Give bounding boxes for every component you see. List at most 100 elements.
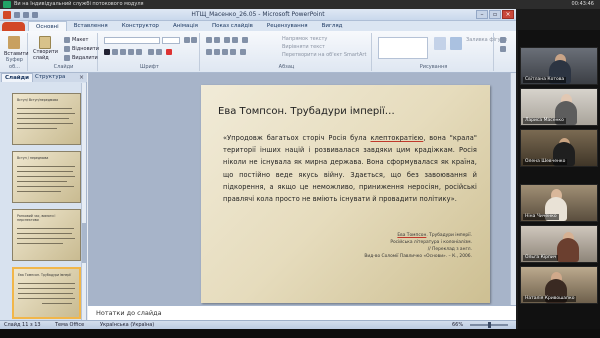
zoom-slider-knob[interactable] xyxy=(488,322,491,328)
screen: Ви на Індивідуальний службі потокового м… xyxy=(0,0,600,338)
font-family-dropdown[interactable] xyxy=(104,37,160,44)
numbering-icon[interactable] xyxy=(214,37,220,43)
shadow-icon[interactable] xyxy=(136,49,142,55)
shrink-font-icon[interactable] xyxy=(191,37,197,43)
paste-icon[interactable] xyxy=(8,36,20,49)
share-bar-text: Ви на Індивідуальний службі потокового м… xyxy=(14,1,144,7)
participants-gallery: Світлана Котова Лариса Масенко Олена Шев… xyxy=(518,30,600,330)
font-group-label: Шрифт xyxy=(140,64,159,70)
participant-name: Олена Шевченко xyxy=(523,159,568,165)
clipboard-group-label: Буфер об... xyxy=(6,57,23,70)
tab-outline[interactable]: Структура xyxy=(32,73,68,82)
participant-tile[interactable]: Світлана Котова xyxy=(520,47,598,85)
slides-panel: Слайди Структура × Вступ/ Вступ/передмов… xyxy=(0,73,87,320)
justify-icon[interactable] xyxy=(230,49,236,55)
align-center-icon[interactable] xyxy=(214,49,220,55)
share-status-icon xyxy=(3,1,11,8)
delete-button[interactable]: Видалити xyxy=(72,55,98,61)
thumbnail-list: Вступ/ Вступ/передмова Вступ / передмова xyxy=(0,83,82,320)
slides-group: Створити слайд Макет Відновити Видалити … xyxy=(30,33,99,71)
new-slide-button[interactable]: Створити слайд xyxy=(33,49,61,61)
slide-quote[interactable]: «Упродовж багатьох сторіч Росія була кле… xyxy=(223,132,477,205)
window-title: НТЩ_Масенко_26.05 - Microsoft PowerPoint xyxy=(191,11,325,18)
slide-source[interactable]: Ева Томпсон. Трубадури імперії. Російськ… xyxy=(292,232,472,260)
drawing-group: Заливка фігури Рисування xyxy=(374,33,507,71)
paragraph-group-label: Абзац xyxy=(278,64,295,70)
current-slide[interactable]: Ева Томпсон. Трубадури імперії… «Упродов… xyxy=(201,85,490,303)
layout-button[interactable]: Макет xyxy=(72,37,88,43)
close-panel-icon[interactable]: × xyxy=(79,74,84,81)
layout-icon xyxy=(64,37,70,43)
underline-icon[interactable] xyxy=(120,49,126,55)
file-tab[interactable] xyxy=(2,22,25,31)
participant-tile[interactable]: Наталія Кривошапко xyxy=(520,266,598,304)
participant-name: Ольга Кірпич xyxy=(523,255,559,261)
screen-share-bar: Ви на Індивідуальний службі потокового м… xyxy=(0,0,600,9)
reset-button[interactable]: Відновити xyxy=(72,46,99,52)
smartart-button[interactable]: Перетворити на об'єкт SmartArt xyxy=(282,52,366,58)
tab-slides[interactable]: Слайди xyxy=(1,73,33,82)
decrease-indent-icon[interactable] xyxy=(224,37,230,43)
slide-thumbnail[interactable]: Ранковий час, вимоги і перспективи xyxy=(12,209,81,261)
status-bar: Слайд 11 з 13 Тема Office Українська (Ук… xyxy=(0,320,516,329)
notes-pane[interactable]: Нотатки до слайда xyxy=(88,305,516,320)
quick-styles-icon[interactable] xyxy=(450,37,462,50)
font-group: Шрифт xyxy=(100,33,200,71)
title-bar: НТЩ_Масенко_26.05 - Microsoft PowerPoint… xyxy=(0,9,516,21)
participant-tile[interactable]: Лариса Масенко xyxy=(520,88,598,126)
align-right-icon[interactable] xyxy=(222,49,228,55)
panel-scrollbar-thumb[interactable] xyxy=(82,223,86,263)
clipboard-group: Вставити Буфер об... xyxy=(2,33,29,71)
close-button[interactable]: × xyxy=(502,10,514,19)
new-slide-icon[interactable] xyxy=(39,36,51,49)
minimize-button[interactable]: – xyxy=(476,10,488,19)
slide-title[interactable]: Ева Томпсон. Трубадури імперії… xyxy=(218,106,395,117)
window-controls: – ▫ × xyxy=(476,10,514,19)
participant-name: Світлана Котова xyxy=(523,77,567,83)
participant-name: Наталія Кривошапко xyxy=(523,296,577,302)
change-case-icon[interactable] xyxy=(156,49,162,55)
delete-icon xyxy=(64,55,70,61)
slide-thumbnail[interactable]: Вступ/ Вступ/передмова xyxy=(12,93,81,145)
find-icon[interactable] xyxy=(500,37,506,43)
ribbon-tabs: Основні Вставлення Конструктор Анімація … xyxy=(0,21,516,32)
strikethrough-icon[interactable] xyxy=(128,49,134,55)
slide-scrollbar[interactable] xyxy=(510,73,516,305)
font-color-icon[interactable] xyxy=(166,49,172,55)
shapes-gallery[interactable] xyxy=(378,37,428,59)
font-size-dropdown[interactable] xyxy=(162,37,180,44)
participant-name: Лариса Масенко xyxy=(523,118,566,124)
participant-name: Ніна Чиченко xyxy=(523,214,559,220)
panel-tabs: Слайди Структура × xyxy=(0,73,87,82)
reset-icon xyxy=(64,46,70,52)
slide-editing-area: Ева Томпсон. Трубадури імперії… «Упродов… xyxy=(88,73,516,305)
columns-icon[interactable] xyxy=(240,49,246,55)
slides-group-label: Слайди xyxy=(53,64,74,70)
participant-tile[interactable]: Ніна Чиченко xyxy=(520,184,598,222)
editing-group xyxy=(496,33,516,71)
grow-font-icon[interactable] xyxy=(184,37,190,43)
ribbon: Вставити Буфер об... Створити слайд Маке… xyxy=(0,31,516,73)
powerpoint-window: НТЩ_Масенко_26.05 - Microsoft PowerPoint… xyxy=(0,9,516,329)
align-text-button[interactable]: Вирівняти текст xyxy=(282,44,325,50)
line-spacing-icon[interactable] xyxy=(242,37,248,43)
panel-scrollbar[interactable] xyxy=(81,83,86,320)
arrange-icon[interactable] xyxy=(434,37,446,50)
taskbar xyxy=(0,329,600,338)
slide-thumbnail[interactable]: Вступ / передмова xyxy=(12,151,81,203)
char-spacing-icon[interactable] xyxy=(148,49,154,55)
align-left-icon[interactable] xyxy=(206,49,212,55)
text-direction-button[interactable]: Напрямок тексту xyxy=(282,36,327,42)
italic-icon[interactable] xyxy=(112,49,118,55)
replace-icon[interactable] xyxy=(500,46,506,52)
paragraph-group: Напрямок тексту Вирівняти текст Перетвор… xyxy=(202,33,372,71)
slide-thumbnail-selected[interactable]: Ева Томпсон. Трубадури імперії xyxy=(12,267,81,319)
bold-icon[interactable] xyxy=(104,49,110,55)
notes-placeholder: Нотатки до слайда xyxy=(96,309,162,317)
share-bar-clock: 00:43:46 xyxy=(571,1,594,7)
maximize-button[interactable]: ▫ xyxy=(489,10,501,19)
participant-tile[interactable]: Ольга Кірпич xyxy=(520,225,598,263)
bullets-icon[interactable] xyxy=(206,37,212,43)
participant-tile[interactable]: Олена Шевченко xyxy=(520,129,598,167)
increase-indent-icon[interactable] xyxy=(232,37,238,43)
